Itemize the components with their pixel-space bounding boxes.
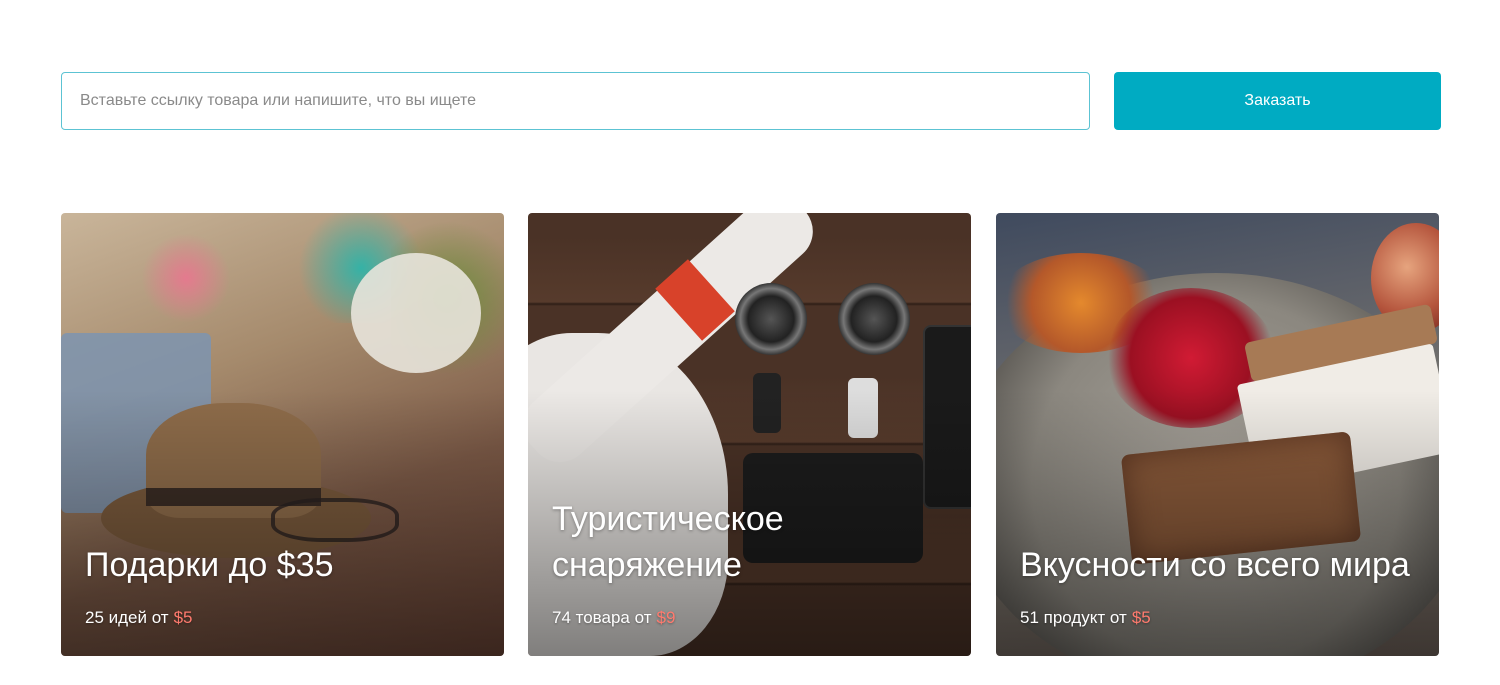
card-title: Подарки до $35 bbox=[85, 546, 334, 584]
search-row: Заказать bbox=[61, 72, 1441, 130]
card-price: $5 bbox=[1131, 608, 1151, 627]
card-subtitle: 74 товара от $9 bbox=[552, 608, 675, 628]
card-count: 51 продукт от bbox=[1020, 608, 1127, 627]
card-count: 25 идей от bbox=[85, 608, 169, 627]
card-price: $5 bbox=[173, 608, 193, 627]
search-input[interactable] bbox=[61, 72, 1090, 130]
category-card-travel-gear[interactable]: Туристическое снаряжение 74 товара от $9 bbox=[528, 213, 971, 656]
category-cards: Подарки до $35 25 идей от $5 Туристическо… bbox=[61, 213, 1441, 656]
card-subtitle: 51 продукт от $5 bbox=[1020, 608, 1151, 628]
order-button[interactable]: Заказать bbox=[1114, 72, 1441, 130]
card-title: Туристическое снаряжение bbox=[552, 500, 784, 584]
category-card-gifts[interactable]: Подарки до $35 25 идей от $5 bbox=[61, 213, 504, 656]
card-subtitle: 25 идей от $5 bbox=[85, 608, 193, 628]
card-price: $9 bbox=[656, 608, 676, 627]
card-title: Вкусности со всего мира bbox=[1020, 546, 1410, 584]
category-card-world-treats[interactable]: Вкусности со всего мира 51 продукт от $5 bbox=[996, 213, 1439, 656]
card-count: 74 товара от bbox=[552, 608, 652, 627]
